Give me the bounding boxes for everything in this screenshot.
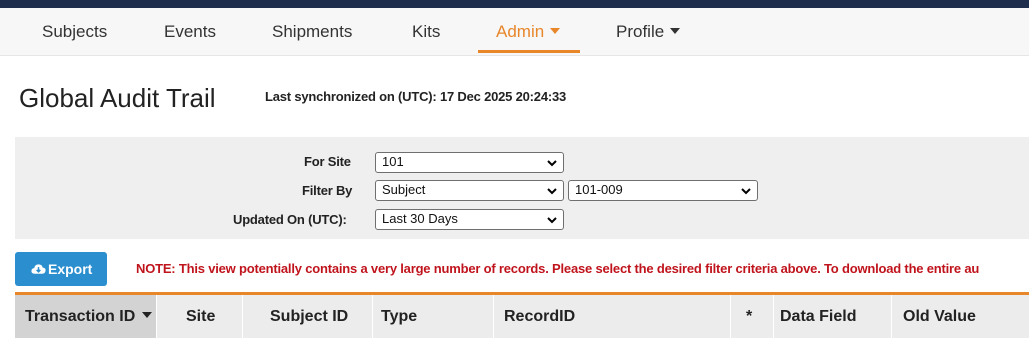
column-header-data-field[interactable]: Data Field [774, 295, 892, 338]
site-filter-label: For Site [304, 154, 351, 169]
column-header-label: Transaction ID [25, 308, 136, 325]
chevron-down-icon [547, 217, 557, 224]
page-title: Global Audit Trail [19, 83, 216, 113]
column-header-transaction-id[interactable]: Transaction ID [15, 295, 157, 338]
nav-item-shipments[interactable]: Shipments [272, 22, 352, 42]
subject-select[interactable]: 101-009 [568, 180, 758, 201]
last-sync-text: Last synchronized on (UTC): 17 Dec 2025 … [265, 89, 567, 104]
column-header-type[interactable]: Type [373, 295, 494, 338]
nav-item-events[interactable]: Events [164, 22, 216, 42]
nav-item-profile-label: Profile [616, 22, 665, 41]
chevron-down-icon [741, 188, 751, 195]
nav-item-kits[interactable]: Kits [412, 22, 440, 42]
sort-desc-icon [142, 312, 153, 318]
records-warning-note: NOTE: This view potentially contains a v… [136, 261, 980, 276]
chevron-down-icon [547, 160, 557, 167]
nav-item-admin-label: Admin [496, 22, 545, 41]
column-header-flag[interactable]: * [731, 295, 774, 338]
site-select-value: 101 [382, 154, 404, 169]
column-header-subject-id[interactable]: Subject ID [243, 295, 373, 338]
nav-item-profile[interactable]: Profile [616, 22, 681, 42]
nav-item-subjects[interactable]: Subjects [42, 22, 107, 42]
updated-on-select[interactable]: Last 30 Days [375, 209, 564, 230]
export-button[interactable]: Export [15, 252, 107, 286]
chevron-down-icon [547, 188, 557, 195]
column-header-old-value[interactable]: Old Value [892, 295, 1029, 338]
active-tab-indicator [478, 50, 580, 53]
filter-by-label: Filter By [302, 183, 353, 198]
export-button-label: Export [48, 261, 93, 277]
main-nav: Subjects Events Shipments Kits Admin Pro… [0, 8, 1029, 56]
column-header-site[interactable]: Site [157, 295, 243, 338]
cloud-download-icon [31, 264, 46, 274]
subject-select-value: 101-009 [575, 182, 623, 197]
updated-on-select-value: Last 30 Days [382, 211, 458, 226]
nav-item-admin[interactable]: Admin [496, 22, 561, 42]
filter-by-select-value: Subject [382, 182, 426, 197]
caret-down-icon [670, 28, 681, 34]
site-select[interactable]: 101 [375, 152, 564, 173]
top-accent-bar [0, 0, 1029, 8]
updated-on-label: Updated On (UTC): [233, 212, 347, 227]
caret-down-icon [550, 28, 561, 34]
column-header-record-id[interactable]: RecordID [494, 295, 731, 338]
filter-by-select[interactable]: Subject [375, 180, 564, 201]
audit-table-header: Transaction ID Site Subject ID Type Reco… [15, 292, 1029, 338]
filter-panel: For Site 101 Filter By Subject 101-009 U… [15, 137, 1029, 239]
